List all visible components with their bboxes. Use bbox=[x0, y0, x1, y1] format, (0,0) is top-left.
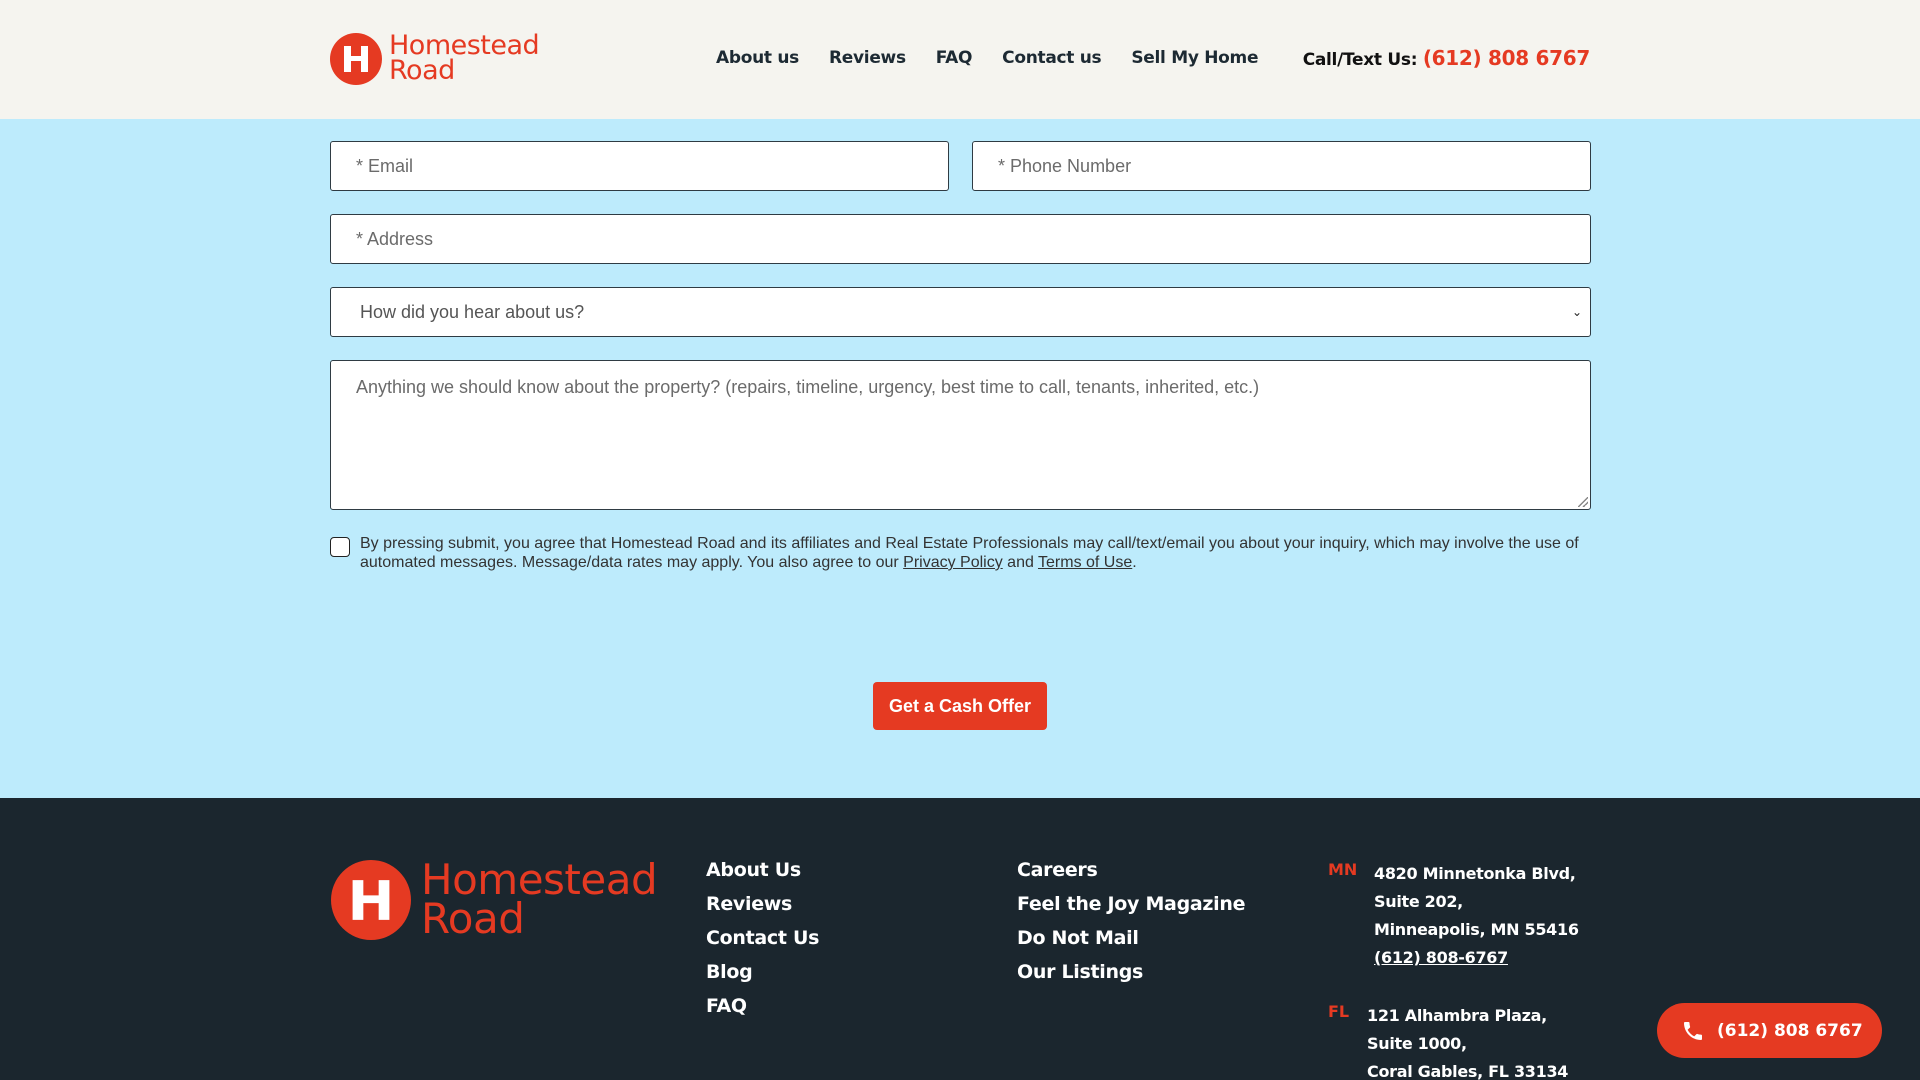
get-cash-offer-button[interactable]: Get a Cash Offer bbox=[873, 682, 1047, 730]
header-phone-link[interactable]: (612) 808 6767 bbox=[1423, 46, 1590, 70]
nav-reviews[interactable]: Reviews bbox=[829, 48, 906, 68]
header-call-info: Call/Text Us: (612) 808 6767 bbox=[1302, 46, 1591, 70]
logo-wordmark: Homestead Road bbox=[421, 855, 658, 943]
email-field-wrapper bbox=[330, 141, 949, 191]
terms-of-use-link[interactable]: Terms of Use bbox=[1038, 554, 1132, 571]
nav-about-us[interactable]: About us bbox=[716, 48, 799, 68]
consent-text: By pressing submit, you agree that Homes… bbox=[360, 535, 1579, 571]
nav-faq[interactable]: FAQ bbox=[936, 48, 973, 68]
chevron-down-icon: ⌄ bbox=[1571, 305, 1582, 319]
notes-field-wrapper bbox=[330, 360, 1591, 510]
property-notes-textarea[interactable] bbox=[331, 361, 1590, 509]
site-footer: Homestead Road About Us Reviews Contact … bbox=[0, 798, 1920, 1080]
logo-h-icon bbox=[330, 33, 382, 85]
logo-wordmark: Homestead Road bbox=[389, 30, 540, 86]
footer-link-about-us[interactable]: About Us bbox=[706, 858, 819, 882]
main-nav: About us Reviews FAQ Contact us Sell My … bbox=[716, 48, 1258, 68]
consent-row: By pressing submit, you agree that Homes… bbox=[330, 534, 1590, 572]
address-field[interactable] bbox=[331, 215, 1590, 263]
office-address: 4820 Minnetonka Blvd, Suite 202, Minneap… bbox=[1374, 864, 1579, 967]
logo-h-icon bbox=[331, 860, 411, 940]
phone-number-field[interactable] bbox=[973, 142, 1590, 190]
office-mn: MN 4820 Minnetonka Blvd, Suite 202, Minn… bbox=[1328, 860, 1579, 972]
office-state-label: MN bbox=[1328, 860, 1358, 879]
floating-call-number: (612) 808 6767 bbox=[1717, 1020, 1863, 1041]
phone-field-wrapper bbox=[972, 141, 1591, 191]
office-address: 121 Alhambra Plaza, Suite 1000, Coral Ga… bbox=[1367, 1006, 1569, 1080]
footer-link-reviews[interactable]: Reviews bbox=[706, 892, 819, 916]
footer-link-magazine[interactable]: Feel the Joy Magazine bbox=[1017, 892, 1245, 916]
footer-link-do-not-mail[interactable]: Do Not Mail bbox=[1017, 926, 1245, 950]
referral-source-value: How did you hear about us? bbox=[360, 301, 585, 322]
footer-link-blog[interactable]: Blog bbox=[706, 960, 819, 984]
footer-link-contact-us[interactable]: Contact Us bbox=[706, 926, 819, 950]
resize-handle-icon[interactable] bbox=[1578, 497, 1588, 507]
footer-link-our-listings[interactable]: Our Listings bbox=[1017, 960, 1245, 984]
footer-link-careers[interactable]: Careers bbox=[1017, 858, 1245, 882]
office-fl: FL 121 Alhambra Plaza, Suite 1000, Coral… bbox=[1328, 1002, 1568, 1080]
footer-links-col2: Careers Feel the Joy Magazine Do Not Mai… bbox=[1017, 858, 1245, 984]
phone-icon bbox=[1684, 1021, 1702, 1040]
nav-sell-my-home[interactable]: Sell My Home bbox=[1131, 48, 1258, 68]
footer-link-faq[interactable]: FAQ bbox=[706, 994, 819, 1018]
address-field-wrapper bbox=[330, 214, 1591, 264]
referral-source-select[interactable]: How did you hear about us? ⌄ bbox=[330, 287, 1591, 337]
footer-links-col1: About Us Reviews Contact Us Blog FAQ bbox=[706, 858, 819, 1018]
office-state-label: FL bbox=[1328, 1002, 1350, 1021]
header-logo[interactable]: Homestead Road bbox=[330, 30, 540, 86]
floating-call-button[interactable]: (612) 808 6767 bbox=[1657, 1003, 1882, 1058]
consent-checkbox[interactable] bbox=[330, 537, 350, 557]
email-field[interactable] bbox=[331, 142, 948, 190]
office-phone-link[interactable]: (612) 808-6767 bbox=[1374, 948, 1508, 967]
nav-contact-us[interactable]: Contact us bbox=[1002, 48, 1102, 68]
call-label: Call/Text Us: bbox=[1302, 50, 1418, 70]
site-header: Homestead Road About us Reviews FAQ Cont… bbox=[0, 0, 1920, 119]
privacy-policy-link[interactable]: Privacy Policy bbox=[903, 554, 1003, 571]
footer-logo[interactable]: Homestead Road bbox=[331, 855, 658, 943]
